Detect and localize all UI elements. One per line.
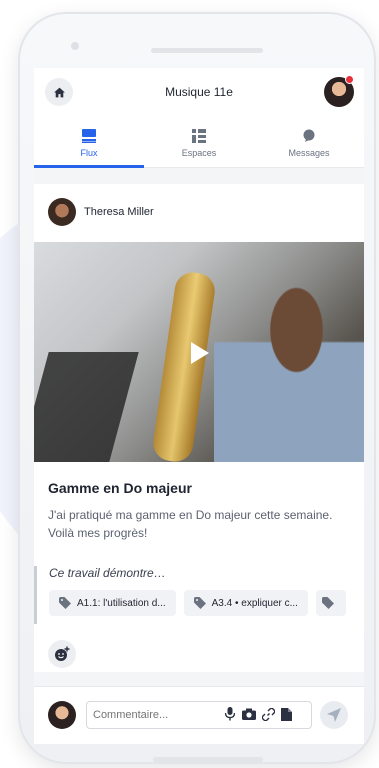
author-avatar xyxy=(48,198,76,226)
tag-icon xyxy=(321,597,334,609)
tag-icon xyxy=(59,597,71,609)
play-icon[interactable] xyxy=(191,342,209,364)
post-card: Theresa Miller Gamme en Do majeur J'ai p… xyxy=(34,184,364,672)
tab-flux-label: Flux xyxy=(80,148,98,158)
skill-chip[interactable] xyxy=(315,590,346,616)
active-tab-indicator xyxy=(34,165,144,168)
skill-chip-label: A1.1: l'utilisation d... xyxy=(77,597,166,609)
add-reaction-button[interactable] xyxy=(48,640,76,668)
current-user-avatar xyxy=(48,701,76,729)
comment-attachments xyxy=(224,707,292,721)
tab-messages-label: Messages xyxy=(288,148,330,158)
tag-icon xyxy=(193,597,206,609)
link-icon[interactable] xyxy=(262,707,275,721)
author-name: Theresa Miller xyxy=(84,206,154,218)
send-icon xyxy=(327,708,341,722)
skill-chip[interactable]: A1.1: l'utilisation d... xyxy=(49,590,176,616)
tab-messages[interactable]: Messages xyxy=(254,126,364,168)
video-thumbnail[interactable] xyxy=(34,242,364,462)
app-header: Musique 11e Flux Espaces Messages xyxy=(34,68,364,168)
camera-icon[interactable] xyxy=(242,708,256,720)
skills-chip-list: A1.1: l'utilisation d... A3.4 • explique… xyxy=(49,590,346,616)
tab-espaces-label: Espaces xyxy=(181,148,217,158)
music-stand-image xyxy=(34,352,139,462)
tab-bar: Flux Espaces Messages xyxy=(34,126,364,168)
emoji-add-icon xyxy=(55,646,70,661)
front-camera xyxy=(71,42,79,50)
app-screen: Musique 11e Flux Espaces Messages Theres… xyxy=(34,68,364,744)
post-title: Gamme en Do majeur xyxy=(48,480,192,496)
skill-chip-label: A3.4 • expliquer c... xyxy=(211,597,298,609)
send-button[interactable] xyxy=(320,701,348,729)
skills-section: Ce travail démontre… A1.1: l'utilisation… xyxy=(34,566,364,624)
tab-espaces[interactable]: Espaces xyxy=(144,126,254,168)
phone-bottom-bar xyxy=(153,757,263,762)
skill-chip[interactable]: A3.4 • expliquer c... xyxy=(183,590,308,616)
notification-badge xyxy=(345,75,354,84)
chat-bubble-icon xyxy=(303,129,315,142)
tab-flux[interactable]: Flux xyxy=(34,126,144,168)
feed-icon xyxy=(82,129,96,143)
microphone-icon[interactable] xyxy=(224,707,236,721)
saxophone-image xyxy=(150,270,218,462)
post-author[interactable]: Theresa Miller xyxy=(48,198,154,226)
skills-label: Ce travail démontre… xyxy=(49,566,166,580)
page-title: Musique 11e xyxy=(165,85,233,99)
spaces-icon xyxy=(192,129,206,143)
file-icon[interactable] xyxy=(281,707,292,721)
student-image xyxy=(214,242,364,462)
post-body: J'ai pratiqué ma gamme en Do majeur cett… xyxy=(48,508,333,540)
speaker-grille xyxy=(151,48,263,53)
comment-bar xyxy=(34,686,364,744)
